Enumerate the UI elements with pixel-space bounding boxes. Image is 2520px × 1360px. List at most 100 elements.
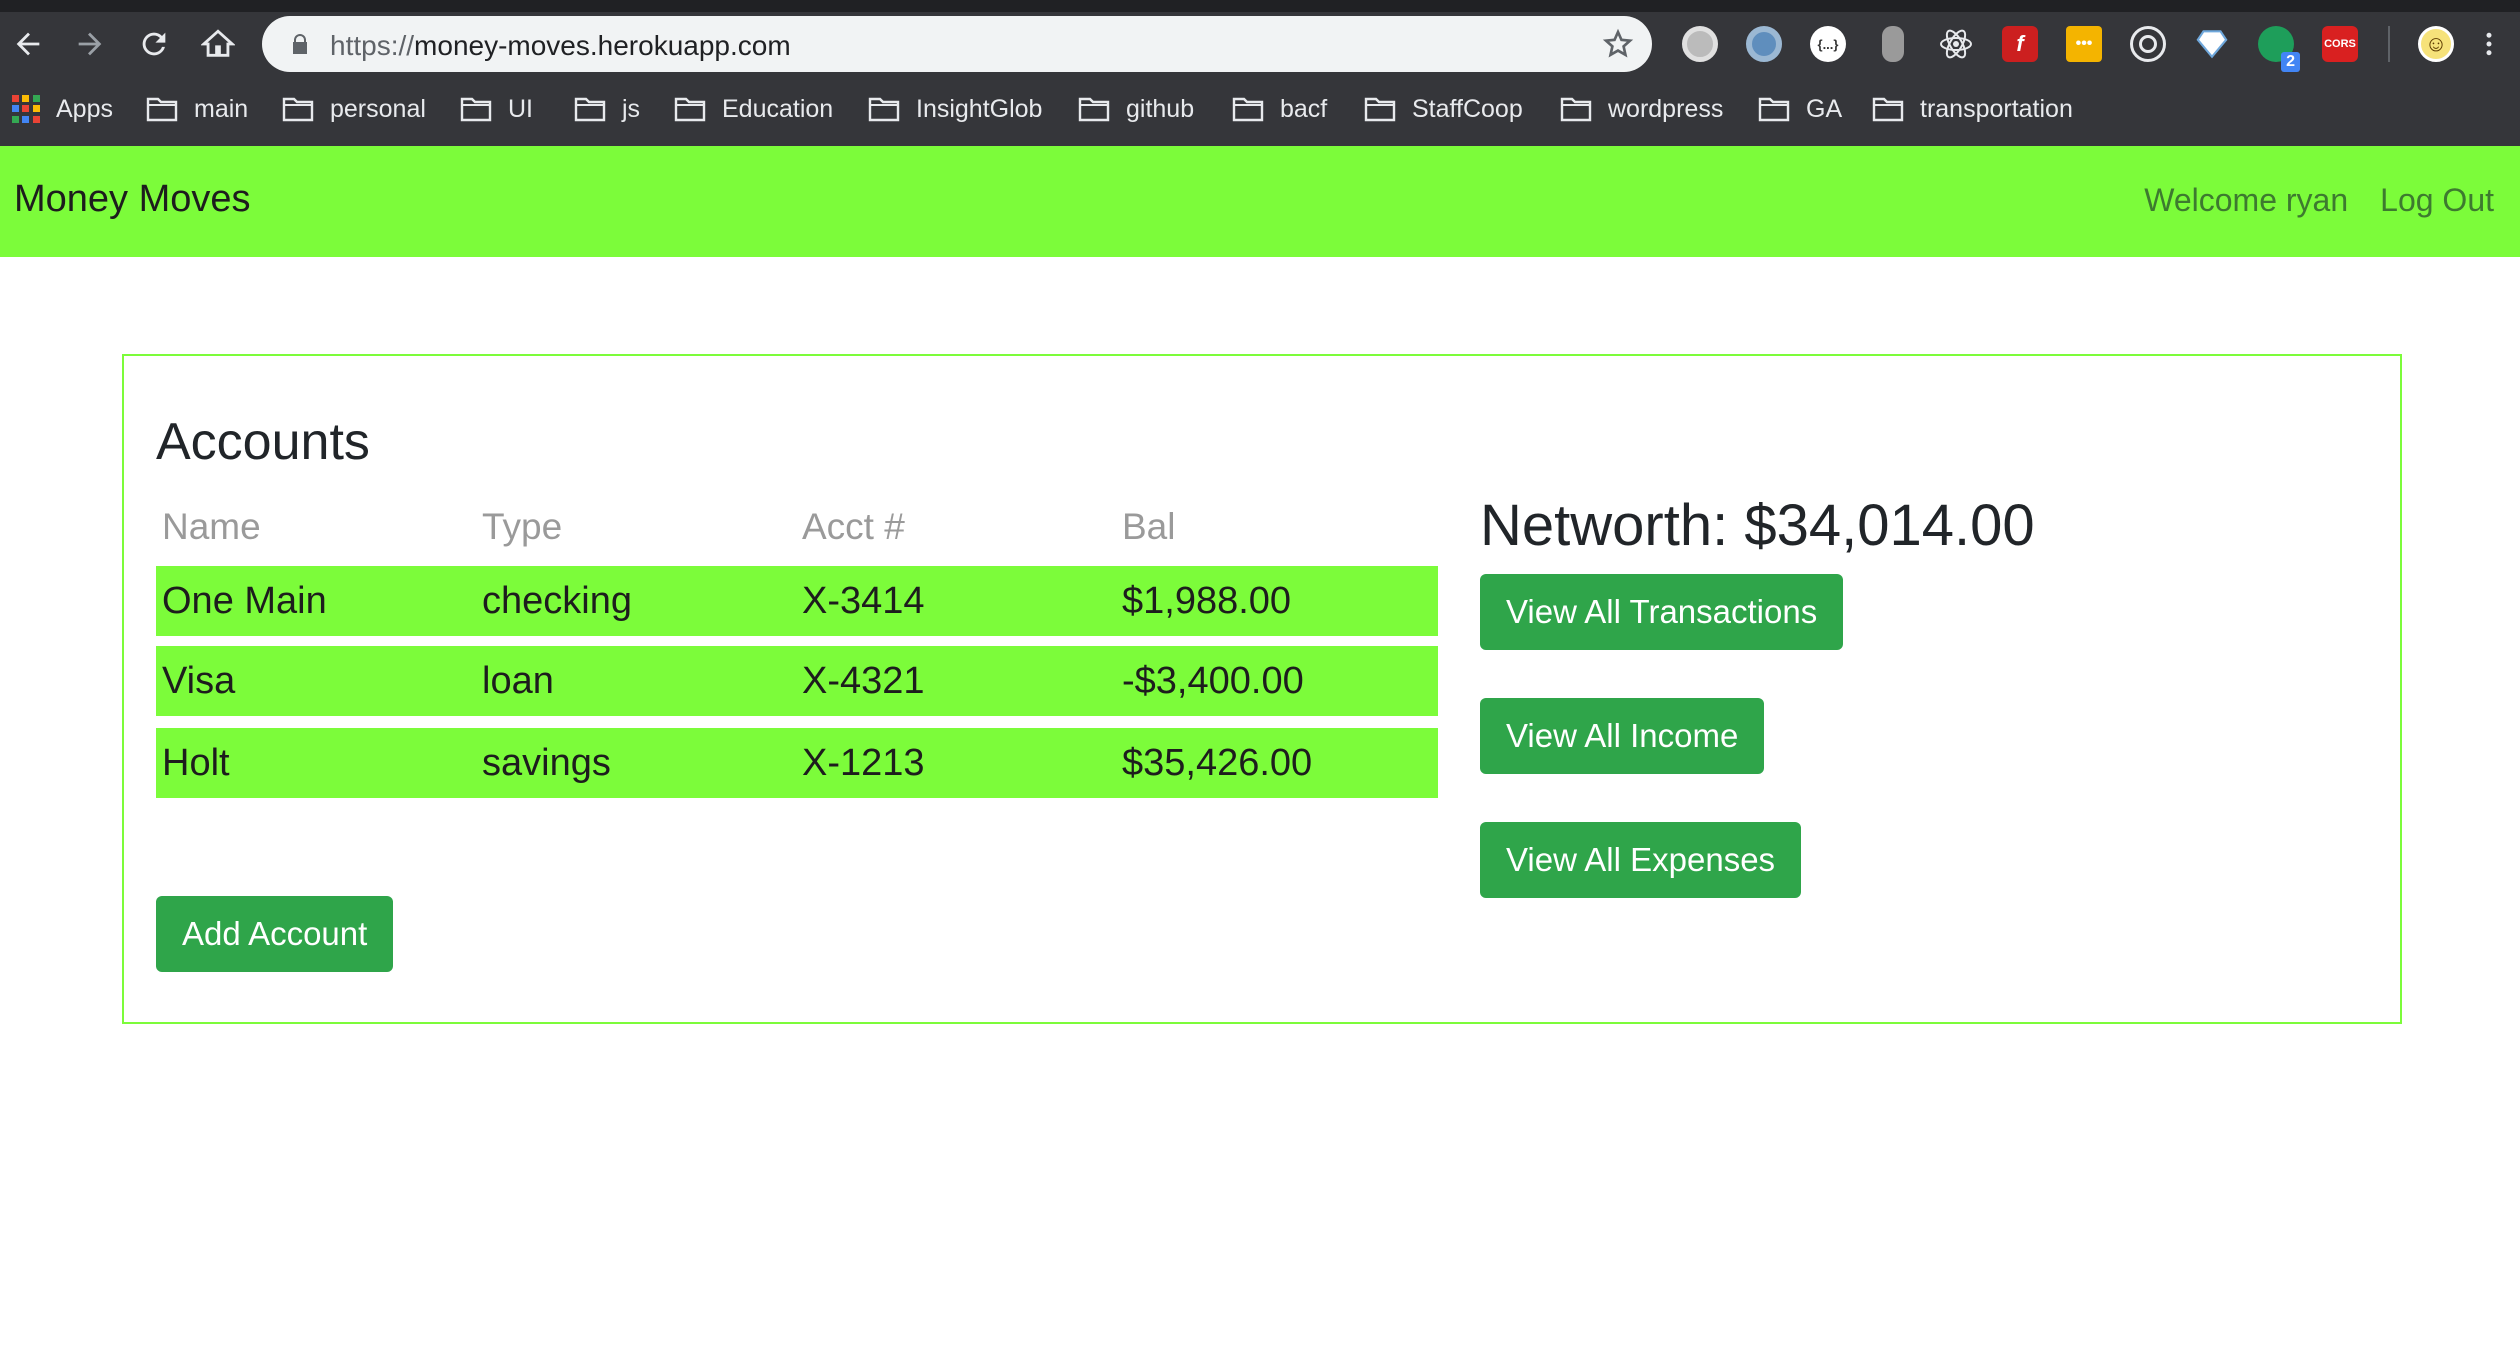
address-bar[interactable]: https://money-moves.herokuapp.com [262, 16, 1652, 72]
folder-icon [1758, 97, 1790, 122]
table-row[interactable]: Holt savings X-1213 $35,426.00 [156, 728, 1438, 798]
apps-grid-icon [12, 95, 40, 123]
bookmark-staffcoop[interactable]: StaffCoop [1364, 88, 1523, 130]
home-button[interactable] [198, 24, 238, 64]
account-type: loan [482, 660, 554, 702]
bookmark-label: bacf [1280, 94, 1328, 123]
app-navbar: Money Moves Welcome ryan Log Out [0, 146, 2520, 257]
bookmark-github[interactable]: github [1078, 88, 1194, 130]
json-viewer-icon[interactable]: {...} [1810, 26, 1846, 62]
bookmark-bacf[interactable]: bacf [1232, 88, 1327, 130]
back-button[interactable] [8, 24, 48, 64]
lock-icon [293, 34, 307, 54]
bookmark-apps[interactable]: Apps [12, 88, 113, 130]
view-income-button[interactable]: View All Income [1480, 698, 1765, 774]
bookmark-personal[interactable]: personal [282, 88, 426, 130]
folder-icon [1364, 97, 1396, 122]
folder-icon [1078, 97, 1110, 122]
bookmark-ui[interactable]: UI [460, 88, 533, 130]
folder-icon [1872, 97, 1904, 122]
view-transactions-button[interactable]: View All Transactions [1480, 574, 1844, 650]
url-host: money-moves.herokuapp.com [414, 30, 791, 61]
account-number: X-3414 [802, 580, 925, 622]
table-row[interactable]: Visa loan X-4321 -$3,400.00 [156, 646, 1438, 716]
column-header-name: Name [162, 506, 261, 547]
url-scheme: https:// [330, 30, 415, 61]
bookmark-label: personal [330, 94, 426, 123]
account-name: Visa [162, 660, 236, 702]
arrow-left-icon [16, 32, 40, 56]
extension-10-icon[interactable]: 2 [2258, 26, 2300, 72]
account-number: X-1213 [802, 742, 925, 784]
bookmark-star-icon[interactable] [1602, 28, 1634, 60]
extension-2-icon[interactable] [1746, 26, 1782, 62]
atom-icon [1940, 29, 1972, 59]
bookmark-label: transportation [1920, 94, 2073, 123]
reload-button[interactable] [134, 24, 174, 64]
column-header-bal: Bal [1122, 506, 1176, 547]
extension-1-icon[interactable] [1682, 26, 1718, 62]
bookmark-insightglob[interactable]: InsightGlob [868, 88, 1042, 130]
bookmark-label: UI [508, 94, 533, 123]
bookmark-wordpress[interactable]: wordpress [1560, 88, 1723, 130]
folder-icon [574, 97, 606, 122]
logout-link[interactable]: Log Out [2380, 182, 2494, 219]
reload-icon [142, 32, 166, 56]
extension-badge: 2 [2281, 52, 2300, 72]
column-header-acct: Acct # [802, 506, 905, 547]
gem-icon [2196, 30, 2228, 59]
account-balance: $1,988.00 [1122, 580, 1292, 622]
forward-button[interactable] [70, 24, 110, 64]
flash-icon[interactable]: f [2002, 26, 2038, 62]
extension-7-icon[interactable]: ••• [2066, 26, 2102, 62]
folder-icon [868, 97, 900, 122]
cors-icon[interactable]: CORS [2322, 26, 2358, 62]
bookmark-label: GA [1806, 94, 1843, 123]
bookmark-label: StaffCoop [1412, 94, 1523, 123]
accounts-card: Accounts Name Type Acct # Bal One Main c… [122, 354, 2402, 1024]
url-text: https://money-moves.herokuapp.com [330, 30, 791, 62]
table-row[interactable]: One Main checking X-3414 $1,988.00 [156, 566, 1438, 636]
browser-menu-button[interactable] [2474, 24, 2504, 64]
bookmark-label: InsightGlob [916, 94, 1043, 123]
folder-icon [1560, 97, 1592, 122]
table-header: Name Type Acct # Bal [156, 496, 1438, 566]
bookmark-education[interactable]: Education [674, 88, 833, 130]
welcome-text[interactable]: Welcome ryan [2144, 182, 2348, 219]
react-devtools-icon[interactable] [1938, 26, 1974, 62]
brand-link[interactable]: Money Moves [14, 178, 251, 221]
folder-icon [674, 97, 706, 122]
bookmark-main[interactable]: main [146, 88, 248, 130]
bookmark-transportation[interactable]: transportation [1872, 88, 2073, 130]
networth-heading: Networth: $34,014.00 [1480, 493, 2035, 558]
bookmark-label: Education [722, 94, 834, 123]
kebab-menu-icon [2486, 32, 2492, 56]
bookmark-label: wordpress [1608, 94, 1724, 123]
account-balance: $35,426.00 [1122, 742, 1313, 784]
account-number: X-4321 [802, 660, 925, 702]
nav-right: Welcome ryan Log Out [2144, 182, 2494, 219]
account-type: checking [482, 580, 632, 622]
toolbar-separator [2388, 26, 2390, 62]
target-icon[interactable] [2130, 26, 2166, 62]
bookmark-js[interactable]: js [574, 88, 640, 130]
extension-4-icon[interactable] [1882, 26, 1904, 62]
home-icon [201, 29, 235, 57]
arrow-right-icon [78, 32, 102, 56]
profile-avatar-icon[interactable]: ☺ [2418, 26, 2454, 62]
bookmark-label: Apps [56, 94, 113, 123]
bookmark-ga[interactable]: GA [1758, 88, 1842, 130]
add-account-button[interactable]: Add Account [156, 896, 394, 972]
folder-icon [146, 97, 178, 122]
bookmark-label: github [1126, 94, 1195, 123]
diamond-icon[interactable] [2194, 26, 2230, 62]
account-balance: -$3,400.00 [1122, 660, 1304, 702]
folder-icon [282, 97, 314, 122]
column-header-type: Type [482, 506, 563, 547]
account-name: Holt [162, 742, 230, 784]
accounts-table: Name Type Acct # Bal One Main checking X… [156, 496, 1438, 798]
account-name: One Main [162, 580, 327, 622]
browser-chrome: https://money-moves.herokuapp.com {...} … [0, 0, 2520, 146]
view-expenses-button[interactable]: View All Expenses [1480, 822, 1802, 898]
folder-icon [460, 97, 492, 122]
